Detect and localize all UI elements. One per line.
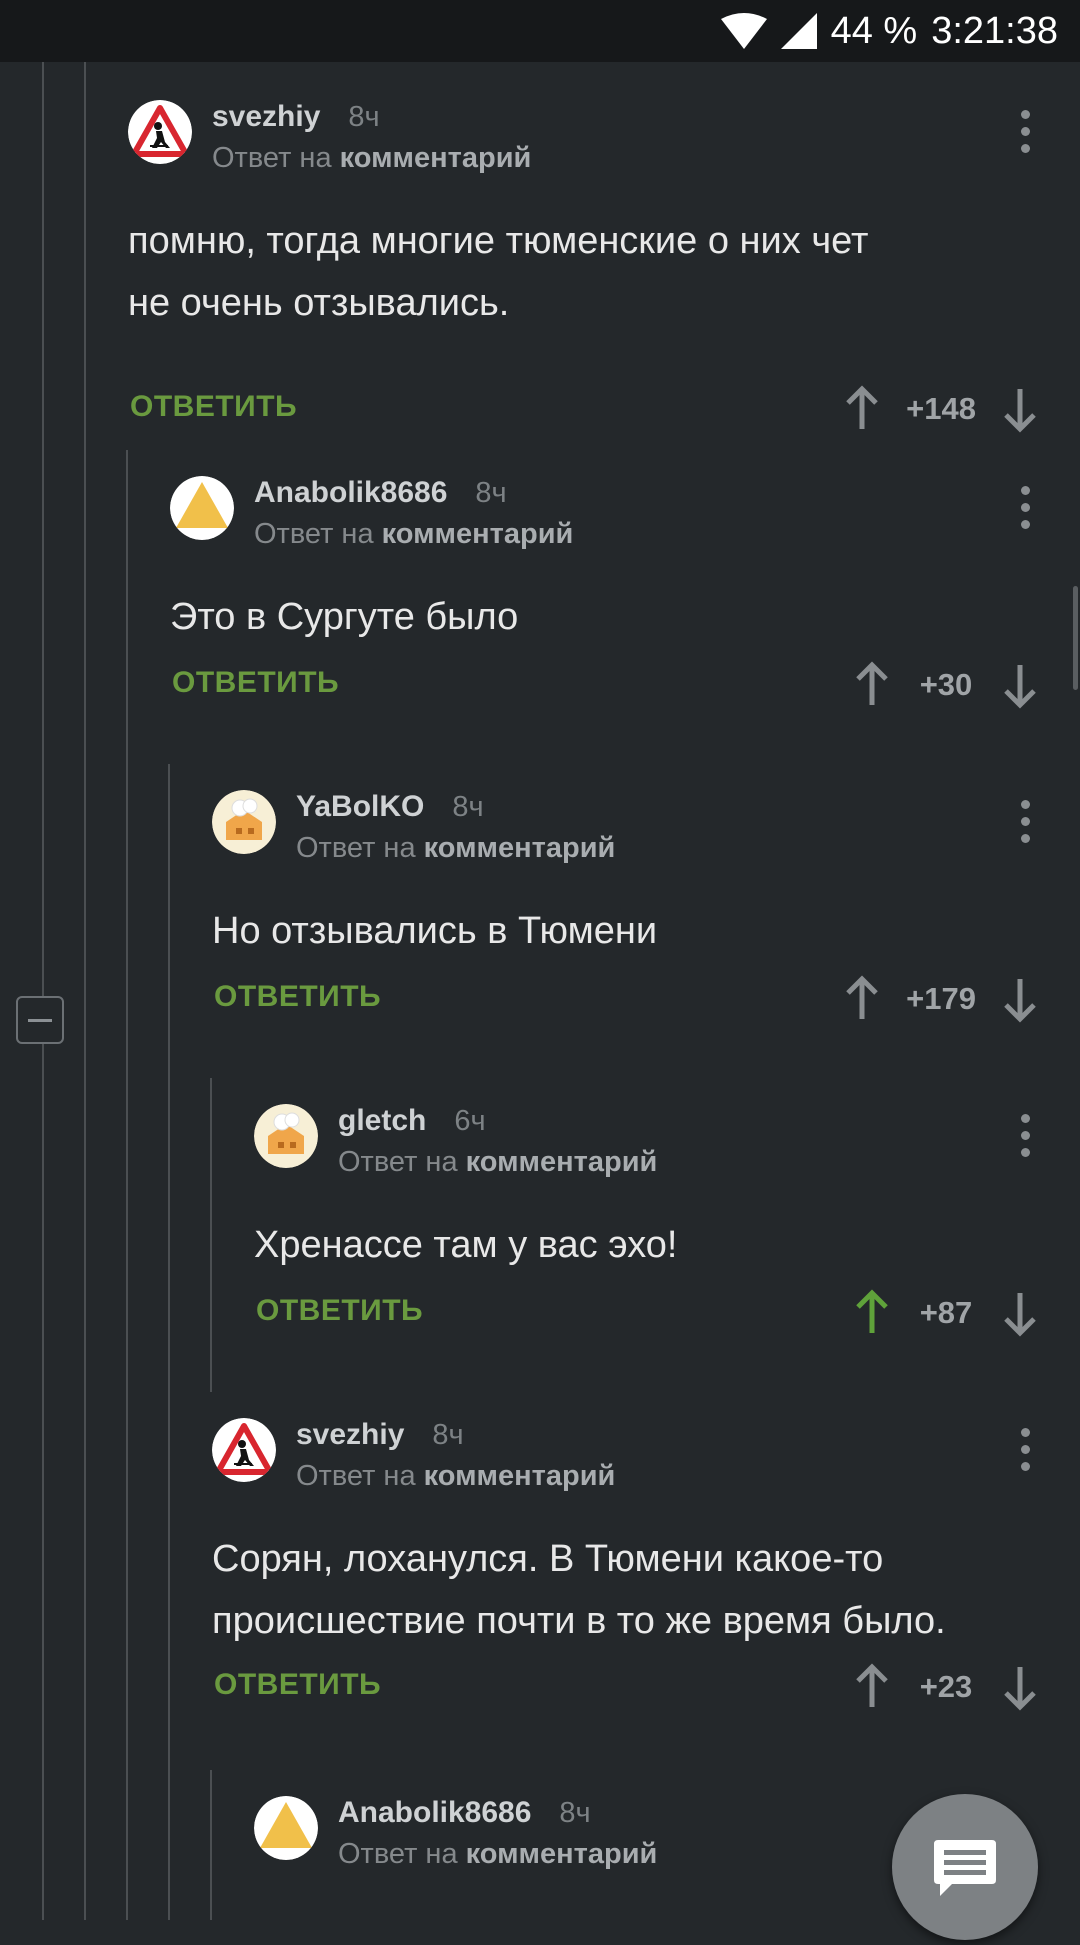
thread-line: [42, 62, 44, 1920]
comment-icon: [934, 1840, 996, 1896]
reply-target-link[interactable]: комментарий: [424, 832, 616, 864]
battery-level: 44 %: [830, 9, 918, 52]
comment-score: +23: [919, 1669, 973, 1704]
more-options-icon[interactable]: [1010, 1428, 1040, 1478]
comment-text: помню, тогда многие тюменские о них чет …: [128, 220, 869, 324]
reply-to: Ответ на комментарий: [338, 1146, 658, 1178]
vote-controls: +148: [842, 383, 1040, 435]
thread-line: [168, 764, 170, 1920]
avatar[interactable]: [212, 790, 276, 854]
reply-to: Ответ на комментарий: [254, 518, 574, 550]
downvote-icon[interactable]: [1000, 1289, 1040, 1337]
comment-time: 8ч: [475, 477, 507, 509]
collapse-thread-button[interactable]: [16, 996, 64, 1044]
reply-to: Ответ на комментарий: [212, 142, 532, 174]
reply-target-link[interactable]: комментарий: [340, 142, 532, 174]
avatar[interactable]: [254, 1104, 318, 1168]
more-options-icon[interactable]: [1010, 1114, 1040, 1164]
comment-time: 6ч: [454, 1105, 486, 1137]
comment-score: +179: [906, 981, 976, 1016]
comments-thread[interactable]: svezhiy 8ч Ответ на комментарий помню, то…: [0, 62, 1080, 1940]
more-options-icon[interactable]: [1010, 486, 1040, 536]
road-work-sign-icon: [128, 100, 192, 164]
road-work-sign-icon: [212, 1418, 276, 1482]
vote-controls: +179: [842, 973, 1040, 1025]
vote-controls: +30: [852, 659, 1040, 711]
downvote-icon[interactable]: [1000, 1663, 1040, 1711]
comment-time: 8ч: [452, 791, 484, 823]
chef-hat-house-icon: [212, 790, 276, 854]
comment-time: 8ч: [432, 1419, 464, 1451]
reply-target-link[interactable]: комментарий: [382, 518, 574, 550]
comment-text: Сорян, лоханулся. В Тюмени какое-то прои…: [212, 1538, 946, 1642]
downvote-icon[interactable]: [1000, 661, 1040, 709]
comment-author[interactable]: Anabolik8686 8ч: [254, 476, 507, 510]
more-options-icon[interactable]: [1010, 110, 1040, 160]
upvote-icon[interactable]: [842, 975, 882, 1023]
comment-score: +148: [906, 391, 976, 426]
thread-line: [126, 450, 128, 1920]
thread-line: [210, 1770, 212, 1920]
comment: svezhiy 8ч Ответ на комментарий помню, то…: [128, 100, 1040, 460]
downvote-icon[interactable]: [1000, 385, 1040, 433]
chef-hat-house-icon: [254, 1104, 318, 1168]
yellow-triangle-icon: [170, 476, 234, 540]
avatar[interactable]: [170, 476, 234, 540]
comment-text: Хренассе там у вас эхо!: [254, 1224, 678, 1266]
comment: Anabolik8686 8ч Ответ на комментарий Это …: [170, 476, 1040, 746]
comment-author[interactable]: Anabolik8686 8ч: [338, 1796, 591, 1830]
thread-line: [84, 62, 86, 1920]
reply-target-link[interactable]: комментарий: [466, 1146, 658, 1178]
comment: svezhiy 8ч Ответ на комментарий Сорян, ло…: [212, 1418, 1040, 1738]
reply-target-link[interactable]: комментарий: [466, 1838, 658, 1870]
thread-line: [210, 1078, 212, 1392]
reply-button[interactable]: ОТВЕТИТЬ: [256, 1294, 423, 1328]
avatar[interactable]: [128, 100, 192, 164]
comment-author[interactable]: svezhiy 8ч: [212, 100, 380, 134]
comment-score: +87: [919, 1295, 973, 1330]
reply-button[interactable]: ОТВЕТИТЬ: [172, 666, 339, 700]
comment-time: 8ч: [348, 101, 380, 133]
comment-time: 8ч: [559, 1797, 591, 1829]
upvote-icon[interactable]: [842, 385, 882, 433]
reply-target-link[interactable]: комментарий: [424, 1460, 616, 1492]
more-options-icon[interactable]: [1010, 800, 1040, 850]
comment-author[interactable]: gletch 6ч: [338, 1104, 486, 1138]
reply-button[interactable]: ОТВЕТИТЬ: [214, 980, 381, 1014]
reply-to: Ответ на комментарий: [296, 1460, 616, 1492]
reply-button[interactable]: ОТВЕТИТЬ: [130, 390, 297, 424]
comment-author[interactable]: svezhiy 8ч: [296, 1418, 464, 1452]
comment-author[interactable]: YaBolKO 8ч: [296, 790, 484, 824]
comment-score: +30: [919, 667, 973, 702]
upvote-icon[interactable]: [852, 1289, 892, 1337]
signal-icon: [780, 13, 817, 49]
avatar[interactable]: [212, 1418, 276, 1482]
comment-text: Но отзывались в Тюмени: [212, 910, 658, 952]
wifi-icon: [720, 13, 767, 49]
reply-button[interactable]: ОТВЕТИТЬ: [214, 1668, 381, 1702]
comment-text: Это в Сургуте было: [170, 596, 519, 638]
avatar[interactable]: [254, 1796, 318, 1860]
clock: 3:21:38: [931, 9, 1058, 52]
new-comment-button[interactable]: [892, 1794, 1038, 1940]
vote-controls: +87: [852, 1287, 1040, 1339]
yellow-triangle-icon: [254, 1796, 318, 1860]
comment: gletch 6ч Ответ на комментарий Хренассе т…: [254, 1104, 1040, 1374]
vote-controls: +23: [852, 1661, 1040, 1713]
upvote-icon[interactable]: [852, 661, 892, 709]
upvote-icon[interactable]: [852, 1663, 892, 1711]
reply-to: Ответ на комментарий: [296, 832, 616, 864]
downvote-icon[interactable]: [1000, 975, 1040, 1023]
scrollbar[interactable]: [1073, 586, 1078, 690]
status-bar: 44 % 3:21:38: [0, 0, 1080, 62]
comment: YaBolKO 8ч Ответ на комментарий Но отзыва…: [212, 790, 1040, 1060]
reply-to: Ответ на комментарий: [338, 1838, 658, 1870]
